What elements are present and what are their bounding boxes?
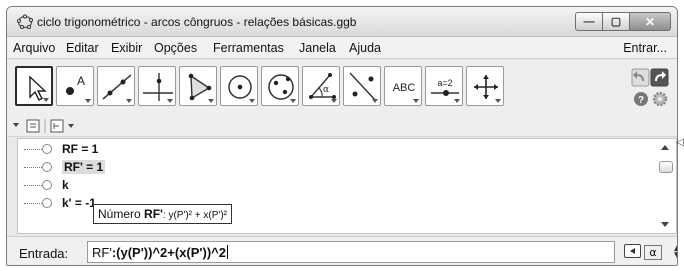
slider-tool-label: a=2 (437, 78, 452, 88)
redo-icon[interactable] (650, 68, 669, 87)
tool-slider[interactable]: a=2 (425, 66, 463, 106)
close-icon: ✕ (644, 14, 656, 29)
algebra-row-text: k' = -1 (62, 196, 96, 210)
panel-collapse-icon[interactable]: ◁ (676, 137, 684, 148)
visibility-toggle[interactable] (42, 162, 52, 172)
tool-dropdown-triangle (413, 99, 419, 103)
tool-dropdown-triangle (85, 99, 91, 103)
undo-icon[interactable] (631, 68, 650, 87)
input-value-prefix: RF' (92, 245, 112, 260)
text-tool-label: ABC (393, 82, 416, 94)
algebra-row[interactable]: k' = -1 (18, 195, 96, 211)
input-label: Entrada: (19, 246, 69, 261)
auxiliary-objects-icon[interactable] (26, 119, 40, 133)
login-link[interactable]: Entrar... (623, 41, 667, 55)
tool-dropdown-triangle (126, 99, 132, 103)
tool-dropdown-triangle (331, 99, 337, 103)
tooltip-prefix: Número (98, 207, 141, 221)
algebra-row-text: RF' = 1 (62, 160, 106, 174)
algebra-tooltip: Número RF': y(P')² + x(P')² (93, 204, 232, 224)
tool-line[interactable] (97, 66, 135, 106)
tooltip-object-name: RF' (144, 207, 163, 221)
tool-dropdown-triangle (43, 98, 49, 102)
svg-text:A: A (77, 74, 85, 88)
settings-icon[interactable] (652, 91, 668, 107)
sort-by-icon[interactable] (50, 119, 74, 133)
maximize-button[interactable]: ▢ (602, 12, 630, 31)
menu-ferramentas[interactable]: Ferramentas (213, 41, 284, 55)
menu-janela[interactable]: Janela (299, 41, 336, 55)
tool-move[interactable] (15, 66, 53, 106)
algebra-row-selected[interactable]: RF' = 1 (18, 159, 106, 175)
scroll-up-icon[interactable] (661, 145, 669, 150)
svg-text:?: ? (638, 95, 644, 106)
algebra-row[interactable]: RF = 1 (18, 141, 98, 157)
tool-dropdown-triangle (372, 99, 378, 103)
menu-editar[interactable]: Editar (66, 41, 99, 55)
title-bar: ciclo trigonométrico - arcos côngruos - … (7, 7, 677, 37)
tool-text[interactable]: ABC (384, 66, 422, 106)
tooltip-formula: : y(P')² + x(P')² (162, 210, 227, 221)
tool-ellipse[interactable] (261, 66, 299, 106)
history-down-icon[interactable]: ▼ (674, 252, 677, 261)
scroll-thumb[interactable] (659, 161, 673, 173)
input-value: RF':(y(P'))^2+(x(P'))^2 (92, 245, 228, 260)
menu-exibir[interactable]: Exibir (111, 41, 142, 55)
geogebra-app-icon (17, 14, 33, 29)
window-title: ciclo trigonométrico - arcos côngruos - … (37, 15, 357, 29)
scroll-down-icon[interactable] (661, 222, 669, 227)
tool-circle[interactable] (220, 66, 258, 106)
input-help-button[interactable] (624, 244, 641, 258)
algebra-row-text: RF = 1 (62, 142, 99, 156)
close-button[interactable]: ✕ (629, 12, 671, 31)
input-field[interactable]: RF':(y(P'))^2+(x(P'))^2 α ▲▼ (87, 241, 677, 263)
tool-dropdown-triangle (249, 99, 255, 103)
history-spinner[interactable]: ▲▼ (674, 244, 677, 261)
minimize-icon: — (583, 15, 595, 28)
svg-text:α: α (323, 85, 329, 95)
help-icon[interactable]: ? (634, 92, 648, 106)
collapse-triangle-icon[interactable] (13, 123, 19, 127)
tool-move-view[interactable] (466, 66, 504, 106)
tool-bar: A α ABC a=2 ? (7, 60, 677, 115)
visibility-toggle[interactable] (42, 180, 52, 190)
tool-dropdown-triangle (208, 99, 214, 103)
algebra-row[interactable]: k (18, 177, 69, 193)
tool-dropdown-triangle (167, 99, 173, 103)
visibility-toggle[interactable] (42, 198, 52, 208)
menu-opcoes[interactable]: Opções (154, 41, 197, 55)
algebra-scrollbar[interactable] (658, 141, 674, 231)
input-value-expression: :(y(P'))^2+(x(P'))^2 (111, 245, 226, 260)
menu-ajuda[interactable]: Ajuda (349, 41, 381, 55)
visibility-toggle[interactable] (42, 144, 52, 154)
tool-angle[interactable]: α (302, 66, 340, 106)
algebra-row-text: k (62, 178, 69, 192)
tool-polygon[interactable] (179, 66, 217, 106)
minimize-button[interactable]: — (575, 12, 603, 31)
menu-arquivo[interactable]: Arquivo (13, 41, 55, 55)
tool-dropdown-triangle (290, 99, 296, 103)
maximize-icon: ▢ (610, 16, 622, 28)
geogebra-window: ciclo trigonométrico - arcos côngruos - … (6, 6, 678, 266)
window-controls: — ▢ ✕ (575, 12, 671, 31)
tool-perpendicular[interactable] (138, 66, 176, 106)
tool-dropdown-triangle (454, 99, 460, 103)
tool-dropdown-triangle (495, 99, 501, 103)
input-bar: Entrada: RF':(y(P'))^2+(x(P'))^2 α ▲▼ (7, 236, 677, 265)
algebra-view-header (7, 115, 677, 137)
alpha-symbols-button[interactable]: α (644, 245, 662, 260)
menu-bar: Arquivo Editar Exibir Opções Ferramentas… (7, 37, 677, 59)
tool-point[interactable]: A (56, 66, 94, 106)
undo-redo-area: ? (631, 68, 669, 110)
tool-reflect[interactable] (343, 66, 381, 106)
